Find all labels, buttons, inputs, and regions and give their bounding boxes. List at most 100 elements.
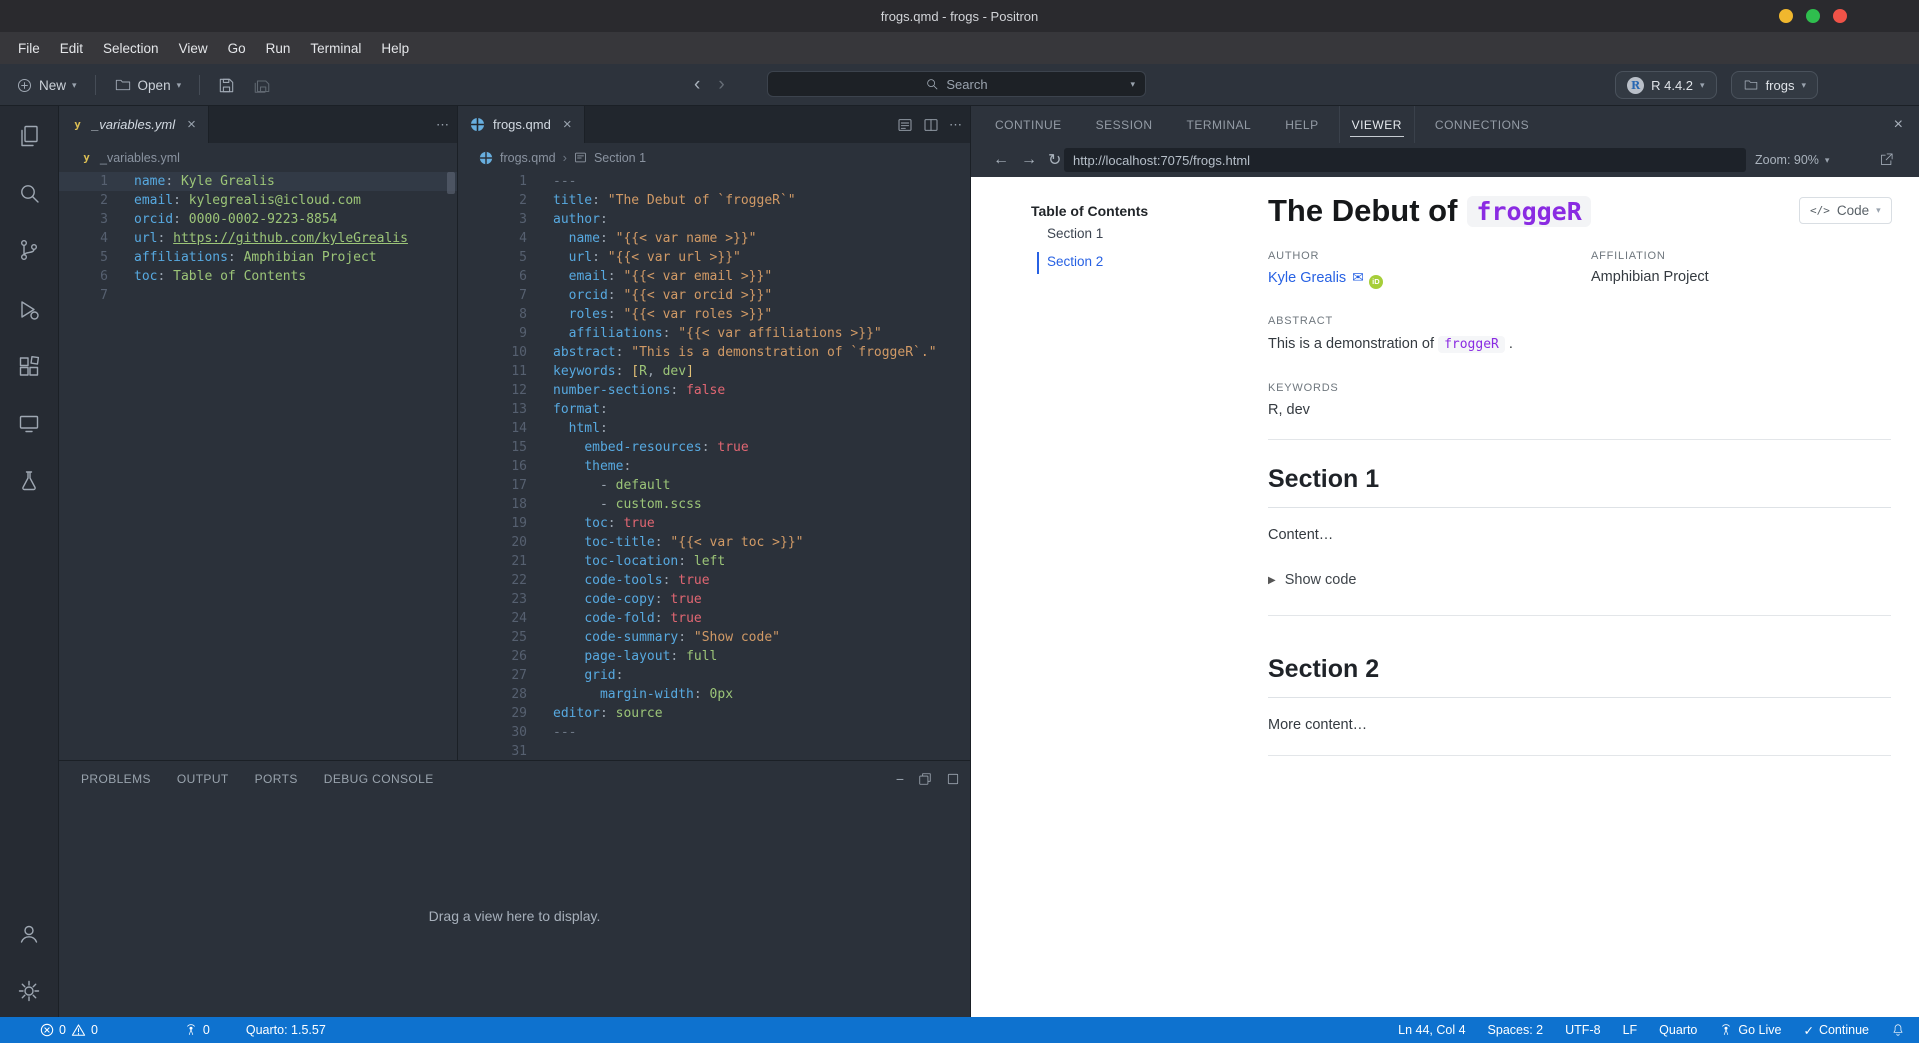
- tab-terminal[interactable]: TERMINAL: [1185, 106, 1254, 143]
- extensions-icon[interactable]: [17, 355, 41, 379]
- language-mode-status[interactable]: Quarto: [1659, 1023, 1697, 1037]
- go-live-button[interactable]: Go Live: [1719, 1023, 1781, 1037]
- indentation-status[interactable]: Spaces: 2: [1488, 1023, 1544, 1037]
- code-line[interactable]: 28 margin-width: 0px: [458, 685, 970, 704]
- code-line[interactable]: 25 code-summary: "Show code": [458, 628, 970, 647]
- maximize-panel-icon[interactable]: [946, 772, 960, 786]
- notifications-bell-icon[interactable]: [1891, 1023, 1905, 1037]
- more-actions-icon[interactable]: ⋯: [436, 117, 449, 133]
- menu-selection[interactable]: Selection: [93, 41, 169, 56]
- code-line[interactable]: 4 url: https://github.com/kyleGrealis: [59, 229, 457, 248]
- breadcrumb[interactable]: y _variables.yml: [59, 143, 457, 172]
- search-input[interactable]: Search ▾: [767, 71, 1146, 97]
- orcid-icon[interactable]: iD: [1368, 274, 1383, 289]
- split-editor-icon[interactable]: [923, 117, 939, 133]
- navigate-back-button[interactable]: ‹: [694, 74, 700, 96]
- source-control-icon[interactable]: [17, 238, 41, 262]
- code-line[interactable]: 1 name: Kyle Grealis: [59, 172, 457, 191]
- viewer-back-icon[interactable]: ←: [993, 151, 1009, 169]
- code-line[interactable]: 2 title: "The Debut of `froggeR`": [458, 191, 970, 210]
- code-line[interactable]: 22 code-tools: true: [458, 571, 970, 590]
- project-selector[interactable]: frogs ▾: [1730, 71, 1818, 99]
- account-icon[interactable]: [17, 922, 41, 946]
- encoding-status[interactable]: UTF-8: [1565, 1023, 1600, 1037]
- menu-terminal[interactable]: Terminal: [300, 41, 371, 56]
- code-line[interactable]: 29 editor: source: [458, 704, 970, 723]
- tab-viewer[interactable]: VIEWER: [1338, 106, 1415, 143]
- settings-gear-icon[interactable]: [17, 979, 41, 1003]
- menu-view[interactable]: View: [169, 41, 218, 56]
- maximize-light[interactable]: [1806, 9, 1820, 23]
- email-icon[interactable]: ✉: [1352, 269, 1364, 285]
- minimize-light[interactable]: [1779, 9, 1793, 23]
- minimize-panel-icon[interactable]: −: [896, 771, 904, 787]
- code-line[interactable]: 5 affiliations: Amphibian Project: [59, 248, 457, 267]
- code-line[interactable]: 2 email: kylegrealis@icloud.com: [59, 191, 457, 210]
- code-line[interactable]: 15 embed-resources: true: [458, 438, 970, 457]
- close-tab-icon[interactable]: ×: [563, 116, 572, 133]
- breadcrumb-item[interactable]: Section 1: [594, 151, 646, 165]
- search-sidebar-icon[interactable]: [17, 181, 41, 205]
- explorer-icon[interactable]: [17, 124, 41, 148]
- code-line[interactable]: 14 html:: [458, 419, 970, 438]
- continue-button[interactable]: ✓ Continue: [1803, 1023, 1869, 1038]
- code-line[interactable]: 17 - default: [458, 476, 970, 495]
- interpreter-selector[interactable]: R R 4.4.2 ▾: [1615, 71, 1717, 99]
- viewer-reload-icon[interactable]: ↻: [1048, 150, 1061, 170]
- breadcrumb[interactable]: frogs.qmd › Section 1: [458, 143, 970, 172]
- cursor-position-status[interactable]: Ln 44, Col 4: [1398, 1023, 1465, 1037]
- open-changes-icon[interactable]: [897, 117, 913, 133]
- code-line[interactable]: 10 abstract: "This is a demonstration of …: [458, 343, 970, 362]
- code-line[interactable]: 12 number-sections: false: [458, 381, 970, 400]
- tab-session[interactable]: SESSION: [1094, 106, 1155, 143]
- menu-file[interactable]: File: [8, 41, 50, 56]
- tab-help[interactable]: HELP: [1283, 106, 1320, 143]
- eol-status[interactable]: LF: [1623, 1023, 1638, 1037]
- viewer-forward-icon[interactable]: →: [1021, 151, 1037, 169]
- code-line[interactable]: 20 toc-title: "{{< var toc >}}": [458, 533, 970, 552]
- problems-status[interactable]: 0 0: [40, 1023, 98, 1037]
- code-line[interactable]: 3 author:: [458, 210, 970, 229]
- testing-beaker-icon[interactable]: [17, 469, 41, 493]
- tab-problems[interactable]: PROBLEMS: [81, 772, 151, 786]
- scrollbar-thumb[interactable]: [447, 172, 455, 194]
- code-editor-variables[interactable]: 1 name: Kyle Grealis 2 email: kylegrealis@i…: [59, 172, 457, 760]
- toc-link-section-2[interactable]: Section 2: [1047, 254, 1103, 269]
- code-line[interactable]: 23 code-copy: true: [458, 590, 970, 609]
- toc-link-section-1[interactable]: Section 1: [1047, 226, 1103, 241]
- code-line[interactable]: 6 email: "{{< var email >}}": [458, 267, 970, 286]
- code-line[interactable]: 3 orcid: 0000-0002-9223-8854: [59, 210, 457, 229]
- breadcrumb-item[interactable]: _variables.yml: [100, 151, 180, 165]
- code-line[interactable]: 5 url: "{{< var url >}}": [458, 248, 970, 267]
- code-line[interactable]: 18 - custom.scss: [458, 495, 970, 514]
- code-line[interactable]: 4 name: "{{< var name >}}": [458, 229, 970, 248]
- code-line[interactable]: 26 page-layout: full: [458, 647, 970, 666]
- author-link[interactable]: Kyle Grealis: [1268, 270, 1346, 286]
- quarto-version-status[interactable]: Quarto: 1.5.57: [246, 1023, 326, 1037]
- code-line[interactable]: 1 ---: [458, 172, 970, 191]
- close-panel-icon[interactable]: ×: [1894, 116, 1903, 134]
- new-button[interactable]: New ▾: [12, 73, 81, 98]
- code-line[interactable]: 21 toc-location: left: [458, 552, 970, 571]
- close-light[interactable]: [1833, 9, 1847, 23]
- sessions-icon[interactable]: [17, 412, 41, 436]
- tab-debug-console[interactable]: DEBUG CONSOLE: [324, 772, 434, 786]
- code-line[interactable]: 30 ---: [458, 723, 970, 742]
- menu-help[interactable]: Help: [371, 41, 419, 56]
- tab-frogs-qmd[interactable]: frogs.qmd ×: [458, 106, 585, 143]
- open-button[interactable]: Open ▾: [110, 73, 186, 97]
- more-actions-icon[interactable]: ⋯: [949, 117, 962, 133]
- menu-edit[interactable]: Edit: [50, 41, 93, 56]
- tab-variables-yml[interactable]: y _variables.yml ×: [59, 106, 209, 143]
- save-all-button[interactable]: [249, 73, 275, 98]
- code-line[interactable]: 11 keywords: [R, dev]: [458, 362, 970, 381]
- menu-go[interactable]: Go: [218, 41, 256, 56]
- code-line[interactable]: 19 toc: true: [458, 514, 970, 533]
- tab-ports[interactable]: PORTS: [255, 772, 298, 786]
- code-line[interactable]: 7 orcid: "{{< var orcid >}}": [458, 286, 970, 305]
- code-editor-frogs[interactable]: 1 --- 2 title: "The Debut of `froggeR`" 3 aut…: [458, 172, 970, 760]
- save-button[interactable]: [214, 73, 239, 98]
- url-input[interactable]: http://localhost:7075/frogs.html: [1064, 148, 1746, 172]
- code-line[interactable]: 9 affiliations: "{{< var affiliations >}…: [458, 324, 970, 343]
- restore-panel-icon[interactable]: [918, 772, 932, 786]
